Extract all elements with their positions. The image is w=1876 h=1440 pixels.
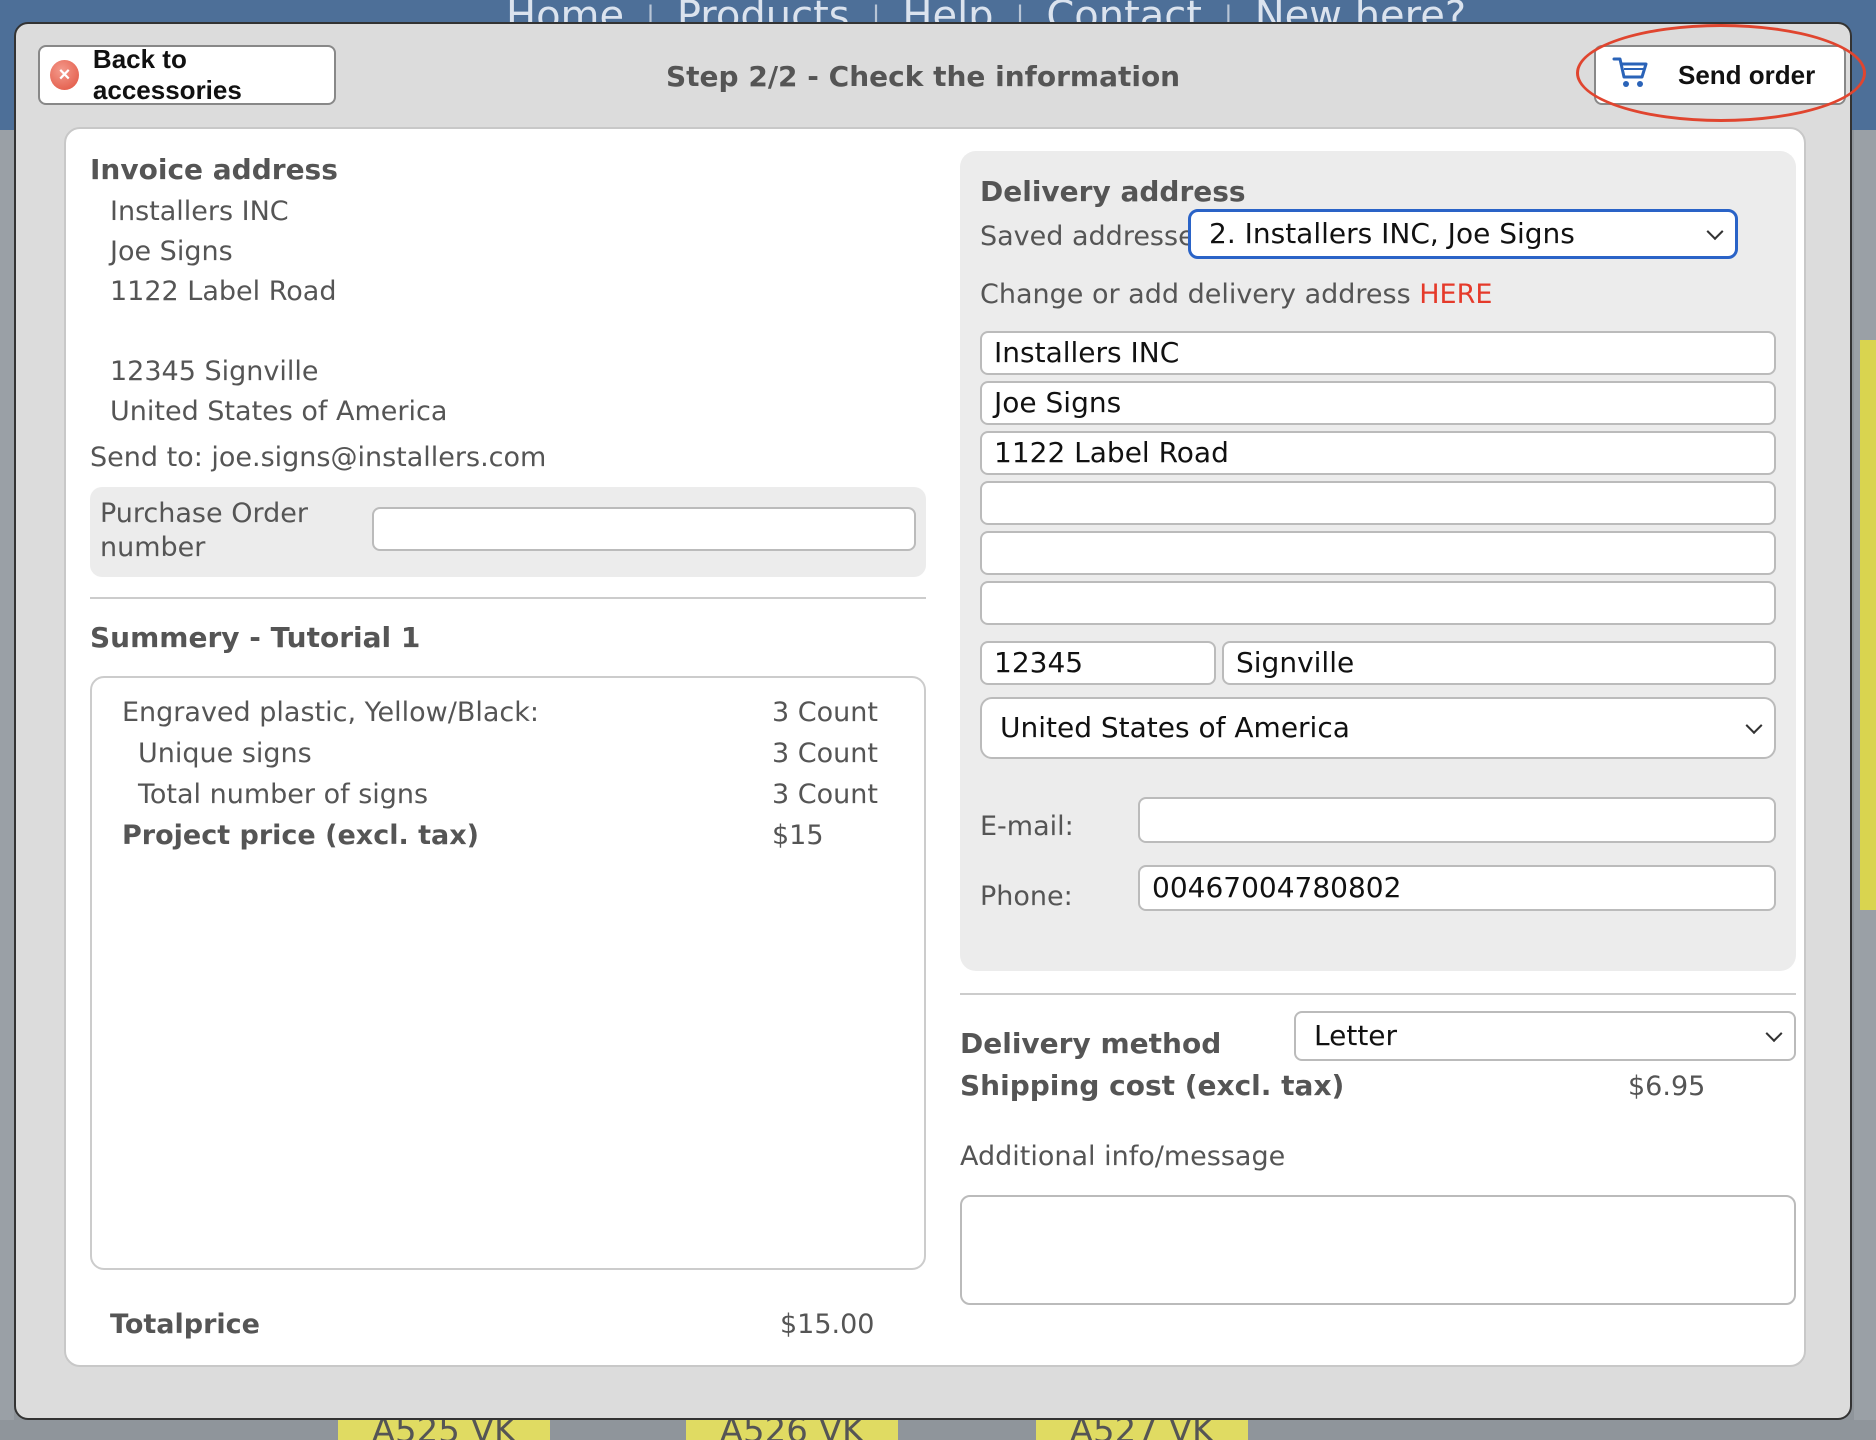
chevron-down-icon [1706,223,1724,241]
invoice-address-title: Invoice address [90,153,338,186]
dialog-title: Step 2/2 - Check the information [666,60,1181,93]
summary-box: Engraved plastic, Yellow/Black: 3 Count … [90,676,926,1270]
change-address-text: Change or add delivery address [980,279,1420,310]
summary-row-name: Unique signs [138,738,312,769]
chevron-down-icon [1745,717,1763,735]
shipping-cost-value: $6.95 [1628,1071,1706,1102]
summary-row: Project price (excl. tax) $15 [122,815,894,856]
saved-addresses-select[interactable]: 2. Installers INC, Joe Signs [1188,209,1738,259]
summary-title: Summery - Tutorial 1 [90,621,421,654]
change-address-link[interactable]: HERE [1419,279,1492,310]
delivery-address-box: Delivery address Saved addresses 2. Inst… [960,151,1796,971]
send-to-email: Send to: joe.signs@installers.com [90,442,547,473]
dialog-header: × Back to accessories Step 2/2 - Check t… [16,24,1866,124]
summary-row: Total number of signs 3 Count [122,774,894,815]
invoice-line: United States of America [110,396,448,427]
background-left-strip [0,130,14,1440]
delivery-method-select[interactable]: Letter [1294,1011,1796,1061]
address-field-line6[interactable] [980,581,1776,625]
order-dialog: × Back to accessories Step 2/2 - Check t… [14,22,1866,1420]
country-value: United States of America [1000,711,1350,744]
total-price-label: Totalprice [110,1309,260,1340]
close-icon: × [50,60,79,90]
delivery-method-label: Delivery method [960,1027,1222,1060]
background-bottom [0,1420,1876,1440]
summary-row-value: 3 Count [772,779,878,810]
send-order-button[interactable]: Send order [1594,45,1846,105]
summary-row-value: 3 Count [772,697,878,728]
summary-row: Engraved plastic, Yellow/Black: 3 Count [122,692,894,733]
saved-addresses-label: Saved addresses [980,221,1209,252]
email-field[interactable] [1138,797,1776,843]
background-yellow-tile [1860,340,1876,910]
summary-row-value: 3 Count [772,738,878,769]
chevron-down-icon [1765,1025,1783,1043]
total-price-row: Totalprice $15.00 [110,1309,910,1340]
zip-field[interactable]: 12345 [980,641,1216,685]
summary-row-name: Total number of signs [138,779,429,810]
invoice-line [110,312,926,352]
invoice-address-lines: Installers INC Joe Signs 1122 Label Road… [90,192,926,432]
divider [90,597,926,599]
back-button-label: Back to accessories [92,44,242,105]
additional-info-textarea[interactable] [960,1195,1796,1305]
saved-addresses-value: 2. Installers INC, Joe Signs [1209,217,1575,250]
total-price-value: $15.00 [780,1309,875,1340]
invoice-line: Joe Signs [110,236,233,267]
purchase-order-label: Purchase Order number [100,498,308,563]
invoice-column: Invoice address Installers INC Joe Signs… [90,153,926,1270]
additional-info-label: Additional info/message [960,1141,1286,1172]
address-field-street[interactable]: 1122 Label Road [980,431,1776,475]
purchase-order-input[interactable] [372,507,916,551]
divider [960,993,1796,995]
address-field-line5[interactable] [980,531,1776,575]
invoice-line: Installers INC [110,196,289,227]
order-panel: Invoice address Installers INC Joe Signs… [64,127,1806,1367]
change-address-line: Change or add delivery address HERE [980,279,1492,310]
background-tile: A525 VK [338,1418,550,1440]
email-label: E-mail: [980,811,1074,842]
summary-row-name: Engraved plastic, Yellow/Black: [122,697,539,728]
summary-row: Unique signs 3 Count [122,733,894,774]
background-tile: A527 VK [1036,1418,1248,1440]
send-order-label: Send order [1678,59,1816,90]
address-field-line4[interactable] [980,481,1776,525]
shipping-cost-label: Shipping cost (excl. tax) [960,1069,1345,1102]
country-select[interactable]: United States of America [980,697,1776,759]
invoice-line: 12345 Signville [110,356,319,387]
city-field[interactable]: Signville [1222,641,1776,685]
summary-row-name: Project price (excl. tax) [122,820,480,851]
purchase-order-box: Purchase Order number [90,487,926,577]
background-tile: A526 VK [686,1418,898,1440]
back-to-accessories-button[interactable]: × Back to accessories [38,44,336,105]
address-field-name[interactable]: Joe Signs [980,381,1776,425]
phone-label: Phone: [980,881,1073,912]
summary-row-value: $15 [772,820,824,851]
address-field-company[interactable]: Installers INC [980,331,1776,375]
invoice-line: 1122 Label Road [110,276,337,307]
delivery-address-title: Delivery address [980,175,1246,208]
cart-icon [1612,55,1648,96]
delivery-method-value: Letter [1314,1019,1398,1052]
phone-field[interactable]: 00467004780802 [1138,865,1776,911]
